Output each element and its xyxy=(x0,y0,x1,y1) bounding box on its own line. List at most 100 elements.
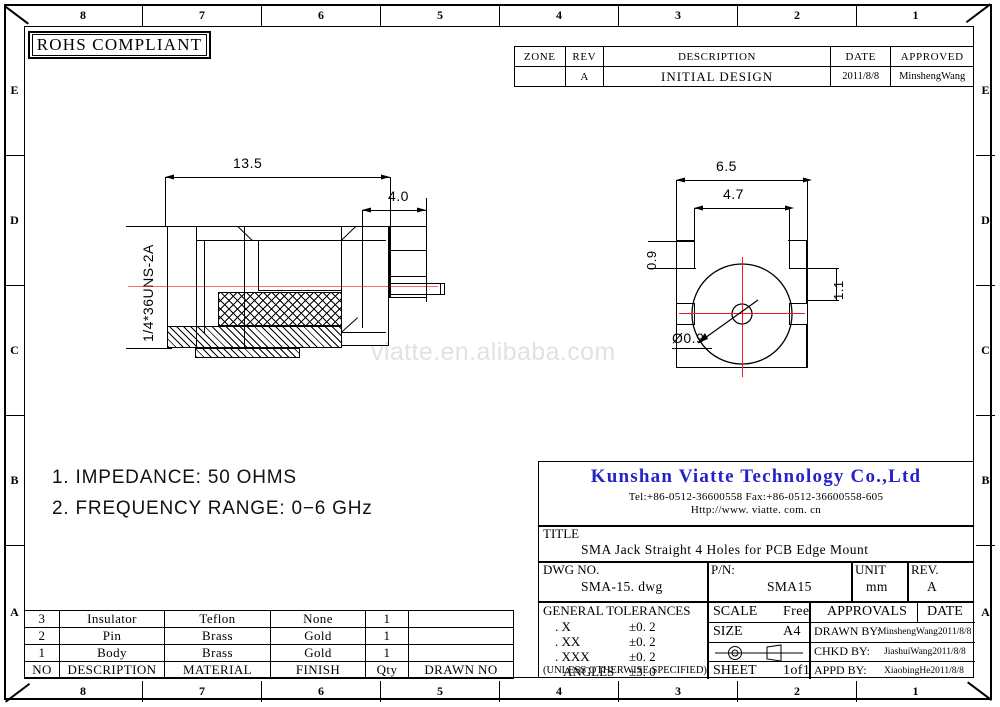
rohs-compliant-badge: ROHS COMPLIANT xyxy=(28,31,211,59)
zone-top-2: 2 xyxy=(738,5,857,26)
pcb-tab-divider-1 xyxy=(389,250,427,251)
zone-top-8: 8 xyxy=(24,5,143,26)
parts-cell-material: Brass xyxy=(164,644,271,662)
body-shoulder-top xyxy=(245,226,341,227)
appd-by-value: XiaobingHe2011/8/8 xyxy=(884,666,964,676)
ext-line-width-right xyxy=(807,180,808,368)
ext-line-thread-bottom xyxy=(126,348,172,349)
notes-block: 1. IMPEDANCE: 50 OHMS 2. FREQUENCY RANGE… xyxy=(52,462,373,524)
tb-vline-rev xyxy=(907,561,909,601)
size-value: A4 xyxy=(783,624,801,639)
dim-arrows-hole-span xyxy=(694,205,794,211)
ext-line-overall-left xyxy=(165,177,166,226)
zone-top-3: 3 xyxy=(619,5,738,26)
chkd-by-label: CHKD BY: xyxy=(814,644,870,658)
size-label: SIZE xyxy=(713,624,743,639)
tb-vline-pn xyxy=(707,561,709,601)
dwg-no-value: SMA-15. dwg xyxy=(581,579,663,594)
ext-line-notchw-bottom xyxy=(808,300,839,301)
tb-hline-approvals xyxy=(809,622,975,623)
parts-list-row: 1 Body Brass Gold 1 xyxy=(24,644,514,662)
note-frequency-range: 2. FREQUENCY RANGE: 0−6 GHz xyxy=(52,498,373,519)
tb-hline-size xyxy=(707,642,809,643)
parts-cell-qty: 1 xyxy=(365,644,409,662)
ext-line-thread-top xyxy=(126,226,172,227)
tolerances-footnote: (UNLESS OTHERWISE SPECIFIED) xyxy=(543,665,707,676)
parts-list-row: 3 Insulator Teflon None 1 xyxy=(24,610,514,628)
dim-label-notch-width: 1.1 xyxy=(831,280,846,300)
zone-right-E: E xyxy=(976,26,995,156)
title-block: Kunshan Viatte Technology Co.,Ltd Tel:+8… xyxy=(538,461,975,679)
parts-cell-drawn-no xyxy=(408,610,514,628)
alibaba-watermark: viatte.en.alibaba.com xyxy=(371,338,616,366)
parts-cell-description: Body xyxy=(59,644,165,662)
approvals-date-label: DATE xyxy=(927,604,963,619)
first-angle-projection-icon xyxy=(715,644,803,662)
dim-underline-pin-hole-dia xyxy=(672,348,712,349)
rohs-compliant-label: ROHS COMPLIANT xyxy=(32,34,207,56)
zone-bottom-8: 8 xyxy=(24,681,143,702)
revision-header-description: DESCRIPTION xyxy=(603,46,832,67)
zone-right-C: C xyxy=(976,286,995,416)
tolerance-value-xx: ±0. 2 xyxy=(629,634,656,649)
tb-hline-projection xyxy=(707,661,809,662)
tolerance-value-x: ±0. 2 xyxy=(629,619,656,634)
zone-bottom-3: 3 xyxy=(619,681,738,702)
bore-bottom xyxy=(258,290,342,291)
parts-list-row: 2 Pin Brass Gold 1 xyxy=(24,627,514,645)
dim-label-hole-span: 4.7 xyxy=(723,186,744,202)
zone-right-B: B xyxy=(976,416,995,546)
parts-header-material: MATERIAL xyxy=(164,661,271,679)
section-hatch-lower xyxy=(167,326,342,348)
revision-cell-zone xyxy=(514,66,566,87)
zone-right-D: D xyxy=(976,156,995,286)
knurl-hatch-region xyxy=(218,292,342,326)
dim-label-pin-hole-dia: Ø0.9 xyxy=(672,330,705,346)
zone-right-A: A xyxy=(981,604,990,619)
sheet-value: 1of1 xyxy=(783,663,811,678)
dim-line-notch-width xyxy=(836,268,837,300)
tb-hline-chkd xyxy=(809,661,975,662)
tolerances-heading: GENERAL TOLERANCES xyxy=(543,603,691,618)
zone-bottom-6: 6 xyxy=(262,681,381,702)
tolerance-name-xxx: . XXX xyxy=(555,649,590,664)
parts-cell-material: Brass xyxy=(164,627,271,645)
revision-header-zone: ZONE xyxy=(514,46,566,67)
parts-cell-no: 1 xyxy=(24,644,60,662)
zone-bottom-2: 2 xyxy=(738,681,857,702)
chkd-by-value: JiashuiWang2011/8/8 xyxy=(884,647,966,657)
parts-header-description: DESCRIPTION xyxy=(59,661,165,679)
pn-label: P/N: xyxy=(711,562,735,577)
zone-left-C: C xyxy=(5,286,24,416)
parts-cell-material: Teflon xyxy=(164,610,271,628)
dim-arrows-overall-length xyxy=(165,174,390,180)
parts-cell-no: 3 xyxy=(24,610,60,628)
revision-cell-approved: MinshengWang xyxy=(890,66,974,87)
title-label: TITLE xyxy=(543,526,580,541)
dim-arrows-width xyxy=(676,177,812,183)
title-value: SMA Jack Straight 4 Holes for PCB Edge M… xyxy=(581,542,869,557)
parts-list-table: 3 Insulator Teflon None 1 2 Pin Brass Go… xyxy=(24,610,514,679)
zone-bottom-5: 5 xyxy=(381,681,500,702)
zone-bottom-7: 7 xyxy=(143,681,262,702)
revision-cell-rev: A xyxy=(564,66,605,87)
pcb-tab-divider-2 xyxy=(389,276,427,277)
zone-top-7: 7 xyxy=(143,5,262,26)
dim-label-thread-spec: 1/4*36UNS-2A xyxy=(140,244,156,342)
drawn-by-value: MinshengWang2011/8/8 xyxy=(878,627,972,637)
zone-top-5: 5 xyxy=(381,5,500,26)
company-url: Http://www. viatte. com. cn xyxy=(690,504,822,516)
bore-left-wall xyxy=(258,240,259,290)
parts-list-header-row: NO DESCRIPTION MATERIAL FINISH Qty DRAWN… xyxy=(24,661,514,679)
section-hatch-bottom-strip xyxy=(195,348,300,358)
revision-header-approved: APPROVED xyxy=(890,46,974,67)
parts-cell-drawn-no xyxy=(408,627,514,645)
title-cell: TITLE SMA Jack Straight 4 Holes for PCB … xyxy=(539,525,973,561)
flange-outline xyxy=(341,226,389,346)
zone-bottom-4: 4 xyxy=(500,681,619,702)
unit-value: mm xyxy=(866,579,888,594)
tb-vline-unit xyxy=(851,561,853,601)
parts-cell-finish: Gold xyxy=(270,644,366,662)
center-pin-outline xyxy=(389,283,445,295)
zone-top-4: 4 xyxy=(500,5,619,26)
